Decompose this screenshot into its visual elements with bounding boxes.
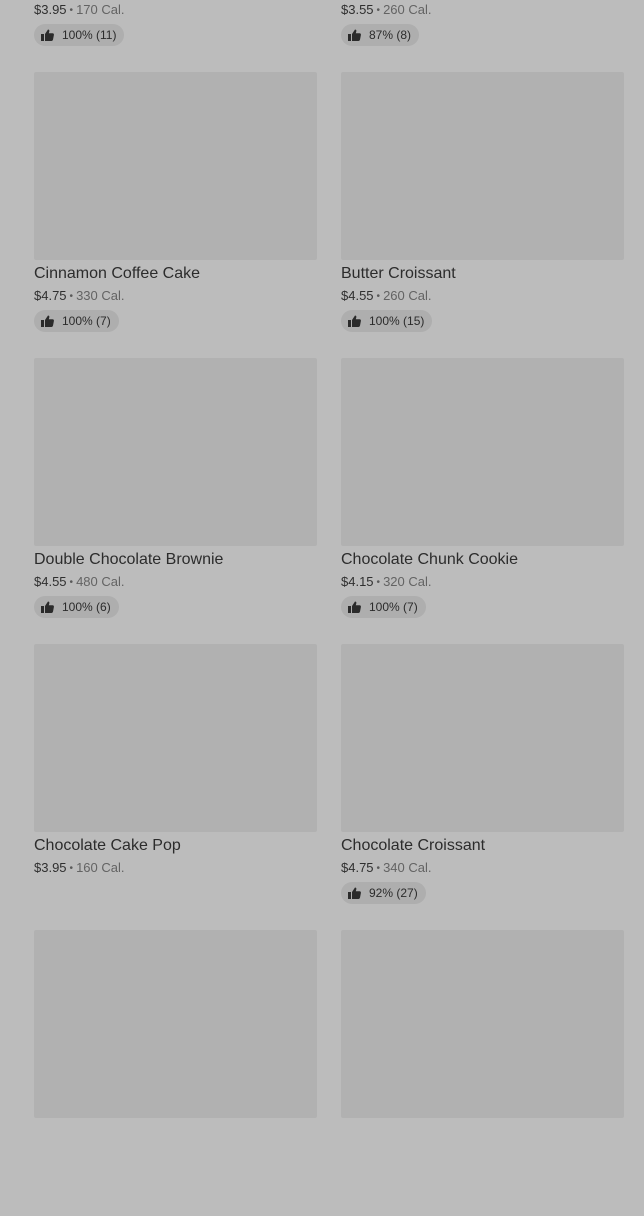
product-card[interactable] [341, 930, 624, 1216]
thumbs-up-icon [41, 315, 54, 327]
product-image[interactable] [34, 930, 317, 1118]
product-card[interactable]: Chocolate Chunk Cookie $4.15 • 320 Cal. 10… [341, 358, 624, 644]
product-meta: $4.55 • 480 Cal. [34, 574, 317, 589]
rating-text: 100% (7) [369, 600, 418, 614]
product-calories: 170 Cal. [76, 2, 125, 17]
product-image[interactable] [34, 72, 317, 260]
product-meta: $3.95 • 160 Cal. [34, 860, 317, 875]
product-name[interactable]: Chocolate Croissant [341, 837, 624, 855]
rating-badge: 92% (27) [341, 882, 426, 904]
product-name[interactable]: Double Chocolate Brownie [34, 551, 317, 569]
product-name[interactable]: Butter Croissant [341, 265, 624, 283]
product-calories: 320 Cal. [383, 574, 432, 589]
product-price: $3.95 [34, 860, 67, 875]
product-grid: $3.95 • 170 Cal. 100% (11) $3.55 • 260 Cal. … [34, 0, 624, 1216]
thumbs-up-icon [348, 601, 361, 613]
thumbs-up-icon [348, 887, 361, 899]
product-calories: 330 Cal. [76, 288, 125, 303]
product-name[interactable]: Cinnamon Coffee Cake [34, 265, 317, 283]
rating-badge: 100% (15) [341, 310, 433, 332]
product-meta: $3.95 • 170 Cal. [34, 2, 317, 17]
product-name[interactable]: Chocolate Chunk Cookie [341, 551, 624, 569]
product-card[interactable] [34, 930, 317, 1216]
product-calories: 260 Cal. [383, 288, 432, 303]
product-card[interactable]: $3.95 • 170 Cal. 100% (11) [34, 0, 317, 72]
separator-dot: • [376, 863, 381, 874]
product-price: $4.55 [341, 288, 374, 303]
product-price: $3.95 [34, 2, 67, 17]
product-image[interactable] [341, 72, 624, 260]
product-card[interactable]: Double Chocolate Brownie $4.55 • 480 Cal. … [34, 358, 317, 644]
product-image[interactable] [341, 930, 624, 1118]
separator-dot: • [376, 577, 381, 588]
product-name[interactable]: Chocolate Cake Pop [34, 837, 317, 855]
rating-text: 100% (15) [369, 314, 425, 328]
product-image[interactable] [34, 358, 317, 546]
product-card[interactable]: Chocolate Croissant $4.75 • 340 Cal. 92% (… [341, 644, 624, 930]
product-calories: 260 Cal. [383, 2, 432, 17]
product-price: $3.55 [341, 2, 374, 17]
rating-text: 100% (6) [62, 600, 111, 614]
product-price: $4.75 [341, 860, 374, 875]
product-calories: 160 Cal. [76, 860, 125, 875]
product-meta: $4.15 • 320 Cal. [341, 574, 624, 589]
product-image[interactable] [341, 358, 624, 546]
product-meta: $4.55 • 260 Cal. [341, 288, 624, 303]
separator-dot: • [69, 291, 74, 302]
product-card[interactable]: $3.55 • 260 Cal. 87% (8) [341, 0, 624, 72]
rating-badge: 100% (11) [34, 24, 125, 46]
rating-badge: 87% (8) [341, 24, 420, 46]
rating-text: 100% (7) [62, 314, 111, 328]
product-calories: 340 Cal. [383, 860, 432, 875]
product-card[interactable]: Butter Croissant $4.55 • 260 Cal. 100% (15… [341, 72, 624, 358]
product-card[interactable]: Chocolate Cake Pop $3.95 • 160 Cal. [34, 644, 317, 930]
product-price: $4.15 [341, 574, 374, 589]
separator-dot: • [376, 291, 381, 302]
product-meta: $4.75 • 340 Cal. [341, 860, 624, 875]
product-image[interactable] [34, 644, 317, 832]
product-price: $4.55 [34, 574, 67, 589]
rating-text: 92% (27) [369, 886, 418, 900]
separator-dot: • [69, 863, 74, 874]
product-meta: $4.75 • 330 Cal. [34, 288, 317, 303]
product-price: $4.75 [34, 288, 67, 303]
product-image[interactable] [341, 644, 624, 832]
rating-badge: 100% (7) [34, 310, 119, 332]
separator-dot: • [69, 577, 74, 588]
thumbs-up-icon [41, 29, 54, 41]
thumbs-up-icon [348, 29, 361, 41]
rating-badge: 100% (6) [34, 596, 119, 618]
separator-dot: • [69, 5, 74, 16]
product-card[interactable]: Cinnamon Coffee Cake $4.75 • 330 Cal. 100%… [34, 72, 317, 358]
separator-dot: • [376, 5, 381, 16]
rating-text: 87% (8) [369, 28, 412, 42]
product-meta: $3.55 • 260 Cal. [341, 2, 624, 17]
rating-text: 100% (11) [62, 28, 117, 42]
rating-badge: 100% (7) [341, 596, 426, 618]
thumbs-up-icon [41, 601, 54, 613]
thumbs-up-icon [348, 315, 361, 327]
product-calories: 480 Cal. [76, 574, 125, 589]
